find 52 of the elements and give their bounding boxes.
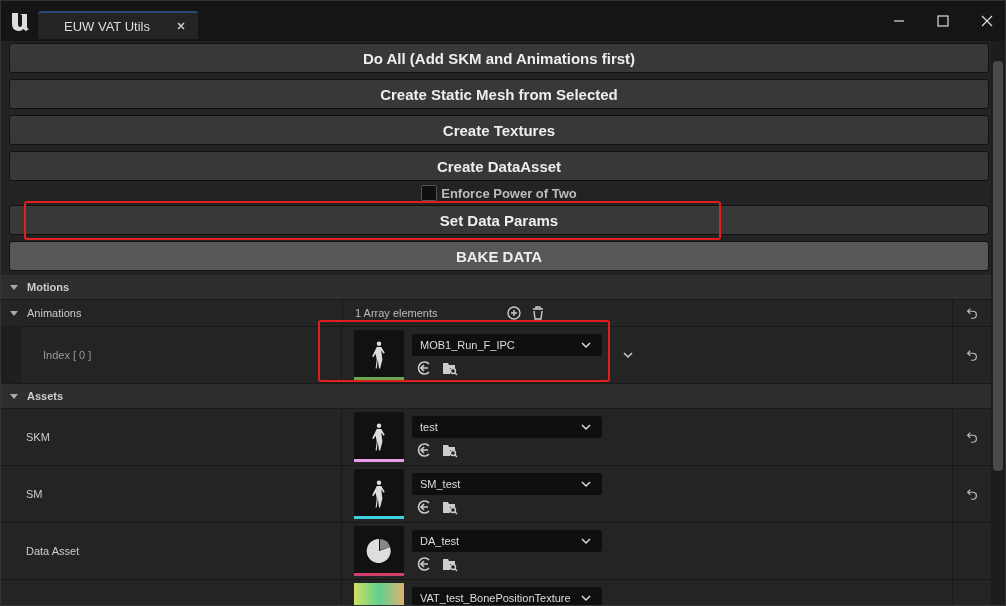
expand-arrow-icon [9, 282, 19, 292]
reset-icon[interactable] [965, 348, 979, 362]
browse-folder-icon[interactable] [442, 556, 458, 572]
scrollbar[interactable] [991, 41, 1005, 605]
section-header[interactable]: Assets [1, 384, 991, 409]
property-name: Animations [27, 307, 82, 319]
action-button[interactable]: Create Textures [9, 115, 989, 145]
reset-icon[interactable] [965, 430, 979, 444]
use-selected-icon[interactable] [416, 499, 432, 515]
checkbox[interactable] [421, 185, 438, 201]
expand-arrow-icon [9, 391, 19, 401]
asset-dropdown[interactable]: MOB1_Run_F_IPC [412, 334, 602, 356]
asset-dropdown[interactable]: SM_test [412, 473, 602, 495]
expand-arrow-icon[interactable] [9, 308, 19, 318]
property-name: SKM [26, 431, 50, 443]
chevron-icon [580, 421, 592, 433]
chevron-icon [580, 535, 592, 547]
asset-dropdown[interactable]: test [412, 416, 602, 438]
close-icon[interactable] [979, 13, 995, 29]
use-selected-icon[interactable] [416, 360, 432, 376]
scrollbar-thumb[interactable] [993, 61, 1003, 471]
chevron-icon [580, 478, 592, 490]
use-selected-icon[interactable] [416, 442, 432, 458]
chevron-icon [580, 339, 592, 351]
chevron-icon [580, 592, 592, 604]
section-title: Assets [27, 390, 64, 402]
array-count: 1 Array elements [355, 307, 438, 319]
window-tab[interactable]: EUW VAT Utils [38, 11, 198, 39]
reset-icon[interactable] [965, 306, 979, 320]
add-icon[interactable] [505, 305, 522, 321]
action-button[interactable]: Set Data Params [9, 205, 989, 235]
chevron-icon[interactable] [622, 349, 634, 361]
browse-folder-icon[interactable] [442, 360, 458, 376]
checkbox-label: Enforce Power of Two [441, 185, 577, 201]
asset-dropdown[interactable]: VAT_test_BonePositionTexture [412, 587, 602, 605]
asset-dropdown[interactable]: DA_test [412, 530, 602, 552]
property-name: Index [ 0 ] [43, 349, 92, 361]
close-icon[interactable] [176, 21, 186, 31]
action-button[interactable]: Do All (Add SKM and Animations first) [9, 43, 989, 73]
property-name: SM [26, 488, 43, 500]
use-selected-icon[interactable] [416, 556, 432, 572]
action-button[interactable]: BAKE DATA [9, 241, 989, 271]
action-button[interactable]: Create Static Mesh from Selected [9, 79, 989, 109]
section-header[interactable]: Motions [1, 275, 991, 300]
reset-icon[interactable] [965, 487, 979, 501]
browse-folder-icon[interactable] [442, 442, 458, 458]
property-name: Data Asset [26, 545, 80, 557]
browse-folder-icon[interactable] [442, 499, 458, 515]
window-title: EUW VAT Utils [64, 18, 150, 34]
maximize-icon[interactable] [935, 13, 951, 29]
section-title: Motions [27, 281, 70, 293]
action-button[interactable]: Create DataAsset [9, 151, 989, 181]
